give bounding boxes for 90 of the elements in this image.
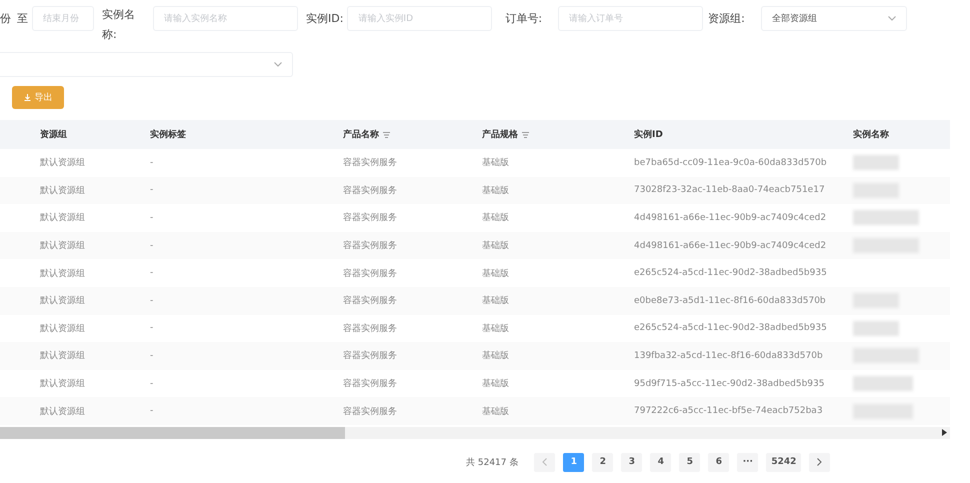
range-separator: 至 xyxy=(17,11,28,26)
download-icon xyxy=(24,94,30,101)
column-header[interactable]: 产品名称 xyxy=(343,128,390,141)
filter-icon[interactable] xyxy=(522,132,529,138)
table-cell: e265c524-a5cd-11ec-90d2-38adbed5b935 xyxy=(634,323,827,334)
table-cell: - xyxy=(150,268,154,278)
table-cell-text: 默认资源组 xyxy=(40,240,85,252)
input-field[interactable]: 请输入实例ID xyxy=(347,6,492,31)
total-count: 共 52417 条 xyxy=(466,456,518,469)
table-cell: e0be8e73-a5d1-11ec-8f16-60da833d570b xyxy=(634,296,826,306)
table-cell-text: 基础版 xyxy=(482,184,509,197)
table-cell-text: 基础版 xyxy=(482,350,509,362)
table-cell-text: 容器实例服务 xyxy=(343,156,397,170)
page-button[interactable]: 5242 xyxy=(766,452,802,472)
table-cell-text: 基础版 xyxy=(482,212,509,224)
input-field[interactable]: 请输入实例名称 xyxy=(153,6,298,31)
field-label: 订单号: xyxy=(505,11,542,26)
table-cell: - xyxy=(150,240,154,251)
blurred-block xyxy=(853,320,899,336)
table-cell-text: 容器实例服务 xyxy=(343,184,397,197)
chevron-left-icon xyxy=(542,458,548,466)
table-cell: 139fba32-a5cd-11ec-8f16-60da833d570b xyxy=(634,350,823,361)
column-header: 资源组 xyxy=(40,128,67,141)
table-cell: - xyxy=(150,296,154,306)
table-cell: - xyxy=(150,406,154,416)
table-cell-text: 基础版 xyxy=(482,240,509,252)
chevron-right-icon xyxy=(817,458,822,466)
previous-page-button[interactable] xyxy=(534,452,556,472)
chevron-down-icon xyxy=(274,62,282,67)
table-cell-text: 基础版 xyxy=(482,406,509,418)
table-cell-text: 基础版 xyxy=(482,268,509,280)
column-header: 实例ID xyxy=(634,128,663,141)
table-cell-text: 基础版 xyxy=(482,322,509,335)
column-header[interactable]: 产品规格 xyxy=(482,128,529,141)
page-button[interactable]: 3 xyxy=(621,452,642,472)
page-button[interactable]: ··· xyxy=(737,452,758,472)
table-cell: 95d9f715-a5cc-11ec-90d2-38adbed5b935 xyxy=(634,378,824,389)
table-cell: be7ba65d-cc09-11ea-9c0a-60da833d570b xyxy=(634,158,827,168)
column-header: 实例名称 xyxy=(853,128,889,141)
table-cell-text: 基础版 xyxy=(482,156,509,170)
table-cell: - xyxy=(150,158,154,168)
table-cell: 797222c6-a5cc-11ec-bf5e-74eacb752ba3 xyxy=(634,406,823,416)
table-cell: - xyxy=(150,212,154,223)
resource-group-select[interactable]: 全部资源组 xyxy=(760,6,907,31)
field-label: 份 xyxy=(0,11,11,26)
table-cell: - xyxy=(150,350,154,361)
field-label: 实例ID: xyxy=(306,11,344,26)
table-cell-text: 容器实例服务 xyxy=(343,322,397,335)
table-cell-text: 容器实例服务 xyxy=(343,268,397,280)
blurred-block xyxy=(853,155,899,170)
table-cell: 4d498161-a66e-11ec-90b9-ac7409c4ced2 xyxy=(634,240,826,251)
table-cell-text: 默认资源组 xyxy=(40,406,85,418)
chevron-down-icon xyxy=(888,16,896,21)
table-cell-text: 默认资源组 xyxy=(40,350,85,362)
page-button[interactable]: 6 xyxy=(708,452,730,472)
table-cell-text: 容器实例服务 xyxy=(343,378,397,390)
table-cell-text: 默认资源组 xyxy=(40,322,85,335)
input-field[interactable]: 请输入订单号 xyxy=(558,6,704,31)
table-cell: - xyxy=(150,323,154,334)
right-arrow-icon[interactable] xyxy=(942,429,947,436)
table-cell-text: 容器实例服务 xyxy=(343,240,397,252)
table-cell: - xyxy=(150,378,154,389)
table-cell-text: 默认资源组 xyxy=(40,156,85,170)
table-cell-text: 容器实例服务 xyxy=(343,212,397,224)
table-cell-text: 默认资源组 xyxy=(40,294,85,308)
table-cell-text: 基础版 xyxy=(482,294,509,308)
table-cell: e265c524-a5cd-11ec-90d2-38adbed5b935 xyxy=(634,268,827,278)
table-cell-text: 默认资源组 xyxy=(40,212,85,224)
field-label: 资源组: xyxy=(708,11,745,26)
table-cell-text: 容器实例服务 xyxy=(343,350,397,362)
page-button[interactable]: 2 xyxy=(592,452,614,472)
table-cell-text: 容器实例服务 xyxy=(343,406,397,418)
table-cell-text: 默认资源组 xyxy=(40,184,85,197)
page-button[interactable]: 5 xyxy=(679,452,700,472)
table-cell-text: 默认资源组 xyxy=(40,378,85,390)
table-cell-text: 容器实例服务 xyxy=(343,294,397,308)
page-button[interactable]: 4 xyxy=(650,452,672,472)
scrollbar-thumb[interactable] xyxy=(0,426,345,439)
table-cell: 73028f23-32ac-11eb-8aa0-74eacb751e17 xyxy=(634,185,825,196)
filter-icon[interactable] xyxy=(383,132,390,138)
table-cell: 4d498161-a66e-11ec-90b9-ac7409c4ced2 xyxy=(634,212,826,223)
field-label: 实例名称: xyxy=(102,7,136,43)
table-cell-text: 默认资源组 xyxy=(40,268,85,280)
table-cell: - xyxy=(150,185,154,196)
next-page-button[interactable] xyxy=(809,452,830,472)
table-cell-text: 基础版 xyxy=(482,378,509,390)
blurred-block xyxy=(853,210,919,226)
blurred-block xyxy=(853,376,913,392)
column-header: 实例标签 xyxy=(150,128,186,141)
end-month-field[interactable]: 结束月份 xyxy=(32,6,94,31)
